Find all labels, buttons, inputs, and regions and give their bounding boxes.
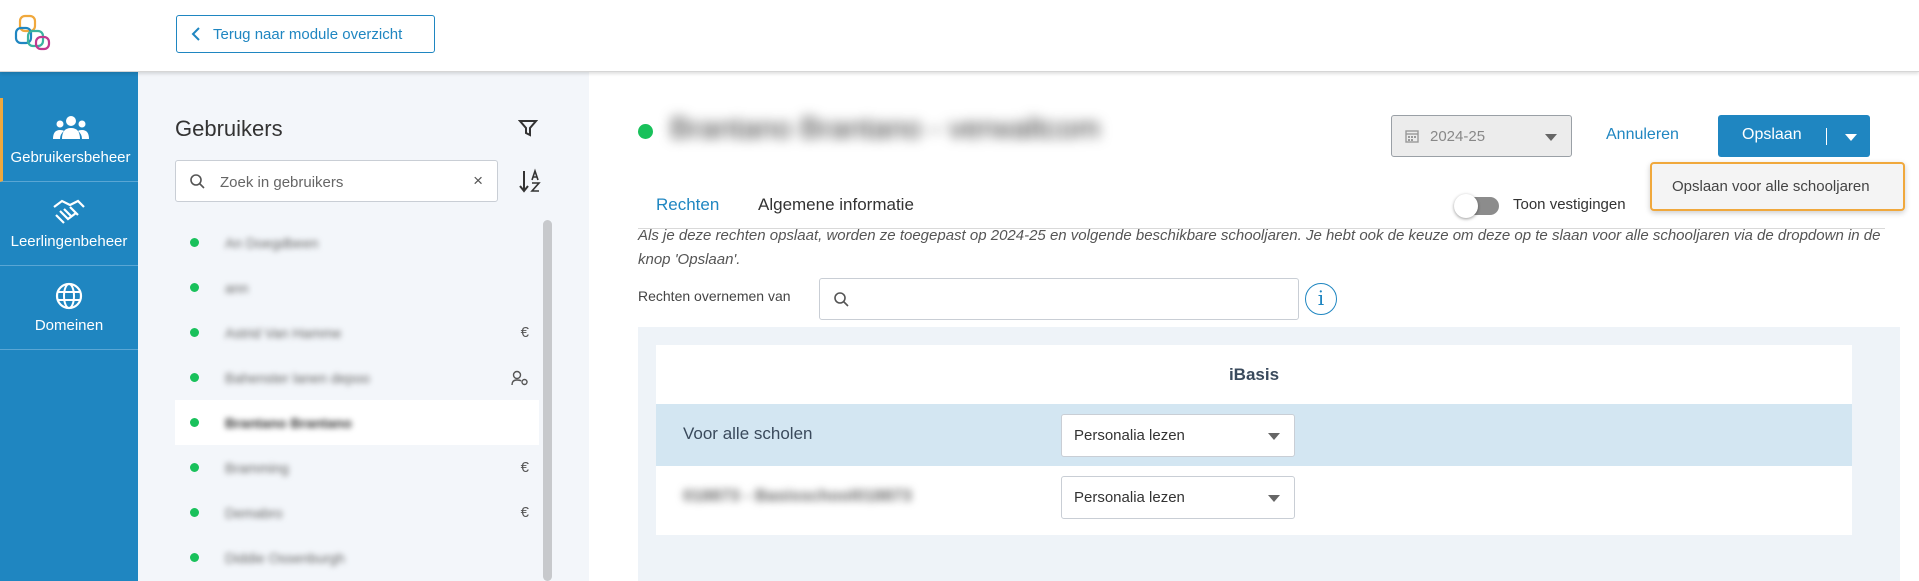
list-item[interactable]: ann	[175, 265, 539, 310]
main-sidebar: Gebruikersbeheer Leerlingenbeheer Domein…	[0, 72, 138, 581]
status-dot	[190, 283, 199, 292]
user-name: ann	[225, 279, 249, 296]
rights-table: iBasis Voor alle scholen Personalia leze…	[656, 345, 1852, 535]
search-icon	[834, 292, 849, 307]
split-separator	[1826, 128, 1827, 145]
page-title: Brantano Brantano - verwaltcom	[670, 112, 1101, 145]
calendar-icon	[1405, 130, 1419, 143]
status-dot	[190, 508, 199, 517]
nav-item-label: Gebruikersbeheer	[10, 149, 131, 166]
chevron-down-icon	[1268, 433, 1280, 440]
status-dot	[190, 463, 199, 472]
list-item[interactable]: Demabro €	[175, 490, 539, 535]
save-dropdown-menu: Opslaan voor alle schooljaren	[1650, 162, 1905, 211]
euro-icon: €	[520, 459, 529, 476]
user-name: Astrid Van Hamme	[225, 324, 342, 341]
rights-select[interactable]: Personalia lezen	[1061, 414, 1295, 457]
users-list: An Doegdbeen ann Astrid Van Hamme € Bahe…	[175, 220, 539, 580]
tab-rechten[interactable]: Rechten	[656, 195, 719, 215]
users-list-scrollbar[interactable]	[543, 220, 552, 581]
status-dot	[190, 373, 199, 382]
rights-select[interactable]: Personalia lezen	[1061, 476, 1295, 519]
nav-item-label: Leerlingenbeheer	[10, 233, 128, 250]
nav-item-gebruikersbeheer[interactable]: Gebruikersbeheer	[0, 98, 138, 182]
chevron-down-icon[interactable]	[1845, 134, 1857, 141]
users-panel: Gebruikers × An Doegdbeen ann Astrid Van…	[138, 72, 589, 581]
app-logo-icon[interactable]	[14, 14, 54, 54]
list-item[interactable]: Diddie Ossenburgh	[175, 535, 539, 580]
table-row: Voor alle scholen Personalia lezen	[656, 404, 1852, 466]
list-item[interactable]: Bahenster lanen depoo	[175, 355, 539, 400]
nav-item-label: Domeinen	[34, 317, 104, 334]
search-icon	[190, 174, 205, 189]
copy-rights-label: Rechten overnemen van	[638, 288, 791, 304]
back-to-modules-button[interactable]: Terug naar module overzicht	[176, 15, 435, 53]
users-search-field: ×	[175, 160, 498, 202]
rights-select-value: Personalia lezen	[1074, 489, 1185, 506]
tab-algemene-informatie[interactable]: Algemene informatie	[758, 195, 914, 215]
clear-search-icon[interactable]: ×	[473, 171, 483, 191]
user-name: Bramming	[225, 459, 289, 476]
save-button[interactable]: Opslaan	[1742, 126, 1802, 144]
schoolyear-value: 2024-25	[1430, 128, 1486, 145]
schoolyear-select[interactable]: 2024-25	[1391, 115, 1572, 157]
table-row: 018873 - Basisschool018873 Personalia le…	[656, 466, 1852, 528]
status-dot	[190, 328, 199, 337]
rights-select-value: Personalia lezen	[1074, 427, 1185, 444]
user-name: Demabro	[225, 504, 283, 521]
user-status-dot	[638, 124, 653, 139]
chevron-down-icon	[1545, 134, 1557, 141]
users-panel-title: Gebruikers	[175, 116, 283, 141]
status-dot	[190, 418, 199, 427]
row-label: 018873 - Basisschool018873	[683, 486, 912, 505]
user-name: Bahenster lanen depoo	[225, 369, 370, 386]
copy-rights-field[interactable]	[819, 278, 1299, 320]
show-branches-label: Toon vestigingen	[1513, 196, 1626, 213]
users-search-input[interactable]	[218, 170, 458, 194]
show-branches-toggle[interactable]	[1454, 194, 1499, 218]
handshake-icon	[53, 199, 85, 224]
user-name: Diddie Ossenburgh	[225, 549, 345, 566]
list-item[interactable]: Bramming €	[175, 445, 539, 490]
save-info-text: Als je deze rechten opslaat, worden ze t…	[638, 227, 1881, 268]
users-icon	[52, 116, 89, 139]
cancel-link[interactable]: Annuleren	[1606, 126, 1679, 144]
info-icon[interactable]: i	[1305, 283, 1337, 315]
sort-az-icon[interactable]	[519, 168, 543, 194]
euro-icon: €	[520, 504, 529, 521]
save-split-button: Opslaan	[1718, 115, 1870, 157]
back-button-label: Terug naar module overzicht	[213, 25, 403, 43]
top-bar: Terug naar module overzicht	[0, 0, 1919, 72]
chevron-left-icon	[191, 27, 200, 41]
toggle-knob	[1454, 194, 1478, 218]
user-cog-icon	[511, 370, 528, 385]
status-dot	[190, 238, 199, 247]
nav-item-leerlingenbeheer[interactable]: Leerlingenbeheer	[0, 182, 138, 266]
globe-icon	[55, 282, 83, 310]
user-name: Brantano Brantano	[225, 414, 352, 431]
euro-icon: €	[520, 324, 529, 341]
status-dot	[190, 553, 199, 562]
list-item[interactable]: Astrid Van Hamme €	[175, 310, 539, 355]
row-label: Voor alle scholen	[683, 424, 813, 443]
save-all-years-menu-item[interactable]: Opslaan voor alle schooljaren	[1672, 178, 1870, 195]
user-name: An Doegdbeen	[225, 234, 319, 251]
table-header: iBasis	[1228, 365, 1280, 384]
nav-item-domeinen[interactable]: Domeinen	[0, 266, 138, 350]
list-item[interactable]: An Doegdbeen	[175, 220, 539, 265]
list-item-selected[interactable]: Brantano Brantano	[175, 400, 539, 445]
chevron-down-icon	[1268, 495, 1280, 502]
filter-icon[interactable]	[518, 118, 538, 138]
